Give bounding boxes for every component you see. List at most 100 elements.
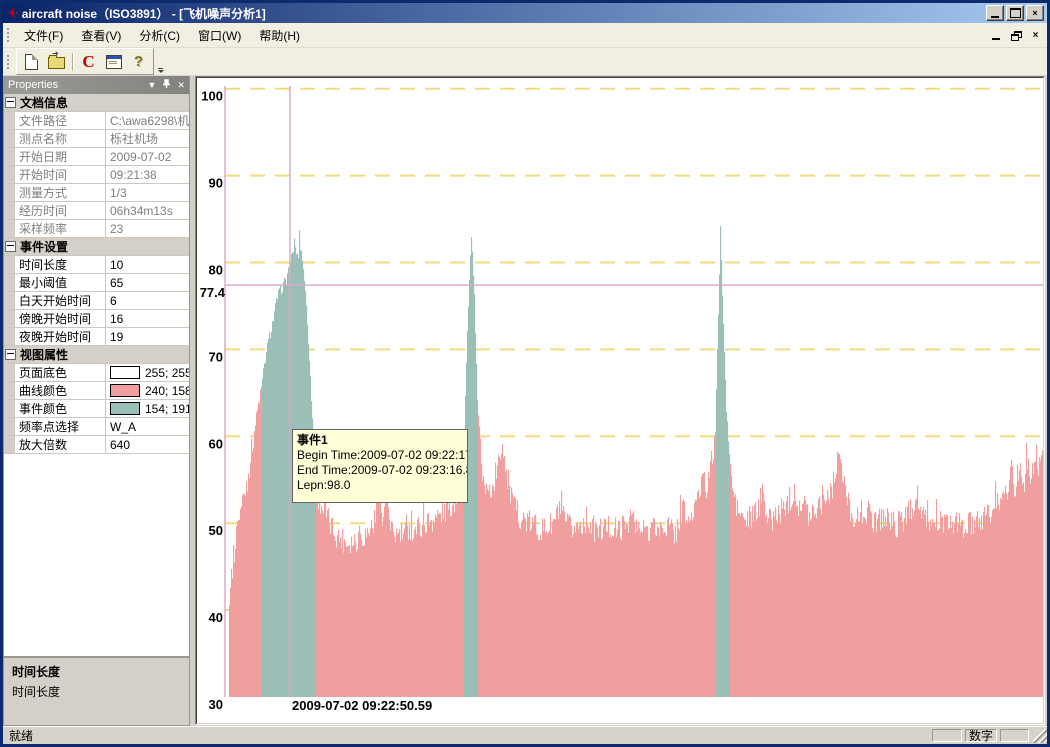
status-panel-2 xyxy=(1000,729,1029,742)
new-file-button[interactable] xyxy=(19,50,44,74)
toolbar-overflow-button[interactable] xyxy=(155,48,166,76)
property-value[interactable]: 640 xyxy=(106,438,189,452)
collapse-icon[interactable] xyxy=(5,241,16,252)
event-tooltip: 事件1 Begin Time:2009-07-02 09:22:17. 0 En… xyxy=(292,429,468,503)
chart-client-area: 1009080706050403077.42009-07-02 09:22:50… xyxy=(196,77,1044,724)
child-minimize-button[interactable] xyxy=(987,28,1004,43)
property-row[interactable]: 测点名称栎社机场 xyxy=(4,130,189,148)
svg-text:30: 30 xyxy=(209,697,223,712)
property-label: 页面底色 xyxy=(15,364,106,381)
property-value-text: W_A xyxy=(110,420,136,434)
property-row[interactable]: 最小阈值65 xyxy=(4,274,189,292)
property-label: 经历时间 xyxy=(15,202,106,219)
row-gutter xyxy=(4,202,15,219)
property-value[interactable]: 240; 158; 15 xyxy=(106,384,189,398)
menu-item-analysis[interactable]: 分析(C) xyxy=(130,24,189,47)
row-gutter xyxy=(4,256,15,273)
open-folder-icon xyxy=(48,57,65,69)
property-value[interactable]: 23 xyxy=(106,222,189,236)
row-gutter xyxy=(4,274,15,291)
resize-grip[interactable] xyxy=(1033,729,1047,743)
svg-text:40: 40 xyxy=(209,610,223,625)
menubar-grip[interactable] xyxy=(6,27,11,43)
svg-text:80: 80 xyxy=(209,263,223,278)
property-value[interactable]: 栎社机场 xyxy=(106,130,189,147)
property-label: 测量方式 xyxy=(15,184,106,201)
close-button[interactable]: × xyxy=(1026,5,1044,21)
row-gutter xyxy=(4,436,15,453)
property-row[interactable]: 夜晚开始时间19 xyxy=(4,328,189,346)
menu-item-file[interactable]: 文件(F) xyxy=(15,24,72,47)
toolbar-grip[interactable] xyxy=(6,54,11,70)
property-value[interactable]: 2009-07-02 xyxy=(106,150,189,164)
property-value[interactable]: C:\awa6298\机场 xyxy=(106,112,189,129)
property-value-text: 6 xyxy=(110,294,117,308)
calibration-button[interactable]: C xyxy=(76,50,101,74)
minimize-button[interactable] xyxy=(986,5,1004,21)
property-label: 傍晚开始时间 xyxy=(15,310,106,327)
property-row[interactable]: 测量方式1/3 xyxy=(4,184,189,202)
property-value[interactable]: 255; 255; 25 xyxy=(106,366,189,380)
property-value[interactable]: 65 xyxy=(106,276,189,290)
y-axis-tick-labels: 1009080706050403077.4 xyxy=(200,89,226,712)
question-mark-icon: ? xyxy=(134,53,143,70)
property-category[interactable]: 事件设置 xyxy=(4,238,189,256)
property-row[interactable]: 文件路径C:\awa6298\机场 xyxy=(4,112,189,130)
status-message: 就绪 xyxy=(9,727,929,744)
property-value[interactable]: 10 xyxy=(106,258,189,272)
collapse-icon[interactable] xyxy=(5,97,16,108)
property-category[interactable]: 文档信息 xyxy=(4,94,189,112)
properties-panel-header[interactable]: Properties ▼ ✕ xyxy=(4,76,189,94)
property-value[interactable]: W_A xyxy=(106,420,189,434)
property-value-text: 640 xyxy=(110,438,130,452)
property-value[interactable]: 6 xyxy=(106,294,189,308)
mdi-workspace: 1009080706050403077.42009-07-02 09:22:50… xyxy=(195,76,1047,726)
property-value-text: 240; 158; 15 xyxy=(145,384,189,398)
property-value[interactable]: 06h34m13s xyxy=(106,204,189,218)
properties-panel: Properties ▼ ✕ 文档信息文件路径C:\awa6298\机场测点名称… xyxy=(3,76,190,726)
child-restore-button[interactable] xyxy=(1007,28,1024,43)
property-row[interactable]: 页面底色255; 255; 25 xyxy=(4,364,189,382)
row-gutter xyxy=(4,220,15,237)
collapse-icon[interactable] xyxy=(5,349,16,360)
property-value[interactable]: 19 xyxy=(106,330,189,344)
property-value-text: C:\awa6298\机场 xyxy=(110,112,189,129)
noise-chart[interactable]: 1009080706050403077.42009-07-02 09:22:50… xyxy=(197,78,1044,724)
close-icon[interactable]: ✕ xyxy=(177,81,185,90)
property-row[interactable]: 开始时间09:21:38 xyxy=(4,166,189,184)
dropdown-arrow-icon[interactable]: ▼ xyxy=(148,81,157,90)
property-value-text: 65 xyxy=(110,276,123,290)
property-row[interactable]: 事件颜色154; 191; 18 xyxy=(4,400,189,418)
property-row[interactable]: 放大倍数640 xyxy=(4,436,189,454)
property-category[interactable]: 视图属性 xyxy=(4,346,189,364)
property-value-text: 06h34m13s xyxy=(110,204,173,218)
property-row[interactable]: 曲线颜色240; 158; 15 xyxy=(4,382,189,400)
property-row[interactable]: 频率点选择W_A xyxy=(4,418,189,436)
menu-item-window[interactable]: 窗口(W) xyxy=(189,24,250,47)
help-button[interactable]: ? xyxy=(126,50,151,74)
properties-button[interactable] xyxy=(101,50,126,74)
property-row[interactable]: 白天开始时间6 xyxy=(4,292,189,310)
pin-icon[interactable] xyxy=(162,79,171,91)
property-row[interactable]: 时间长度10 xyxy=(4,256,189,274)
airplane-icon: ✈ xyxy=(7,6,19,20)
title-bar[interactable]: ✈ aircraft noise（ISO3891） - [飞机噪声分析1] × xyxy=(3,3,1047,23)
property-label: 开始时间 xyxy=(15,166,106,183)
svg-text:60: 60 xyxy=(209,436,223,451)
property-value[interactable]: 09:21:38 xyxy=(106,168,189,182)
menu-item-view[interactable]: 查看(V) xyxy=(72,24,130,47)
maximize-button[interactable] xyxy=(1006,5,1024,21)
property-row[interactable]: 傍晚开始时间16 xyxy=(4,310,189,328)
property-row[interactable]: 采样频率23 xyxy=(4,220,189,238)
property-value[interactable]: 154; 191; 18 xyxy=(106,402,189,416)
toolbar: C? xyxy=(3,48,1047,76)
property-value-text: 19 xyxy=(110,330,123,344)
application-window: ✈ aircraft noise（ISO3891） - [飞机噪声分析1] × … xyxy=(0,0,1050,747)
property-row[interactable]: 开始日期2009-07-02 xyxy=(4,148,189,166)
menu-item-help[interactable]: 帮助(H) xyxy=(250,24,309,47)
property-value[interactable]: 1/3 xyxy=(106,186,189,200)
property-row[interactable]: 经历时间 06h34m13s xyxy=(4,202,189,220)
child-close-button[interactable]: × xyxy=(1027,28,1044,43)
property-value[interactable]: 16 xyxy=(106,312,189,326)
open-file-button[interactable] xyxy=(44,50,69,74)
